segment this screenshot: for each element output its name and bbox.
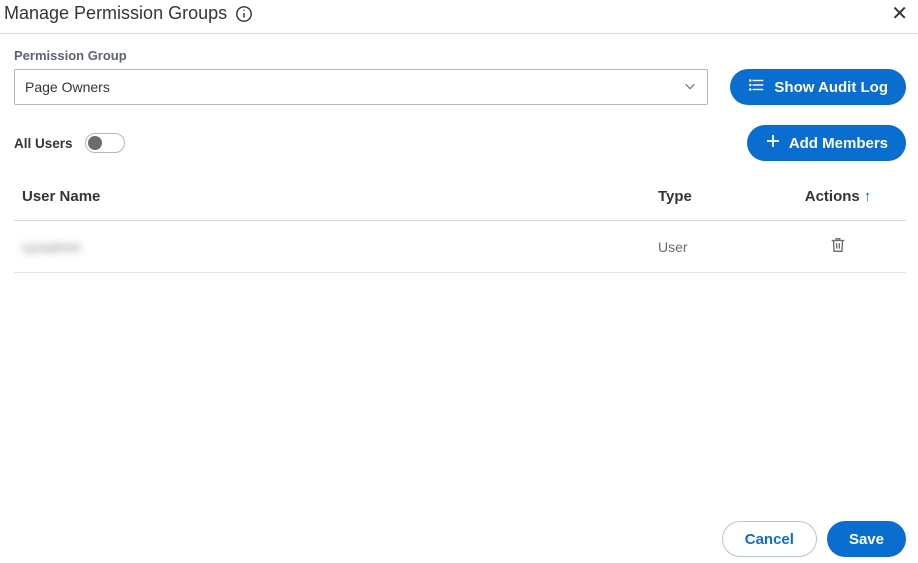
toggle-knob — [88, 136, 102, 150]
user-name-value: sysadmin — [22, 239, 81, 255]
members-controls-row: All Users Add Members — [14, 125, 906, 161]
all-users-label: All Users — [14, 136, 73, 151]
audit-log-icon — [748, 76, 766, 98]
all-users-toggle[interactable] — [85, 133, 125, 153]
permission-group-label: Permission Group — [14, 48, 708, 63]
show-audit-log-button[interactable]: Show Audit Log — [730, 69, 906, 105]
column-header-user-name[interactable]: User Name — [22, 188, 658, 205]
cell-type: User — [658, 239, 778, 255]
dialog-footer: Cancel Save — [0, 521, 918, 563]
add-members-button[interactable]: Add Members — [747, 125, 906, 161]
cell-actions — [778, 236, 898, 257]
info-icon[interactable] — [235, 5, 253, 23]
dialog-header: Manage Permission Groups ✕ — [0, 0, 918, 34]
chevron-down-icon — [683, 79, 697, 96]
column-header-actions-label: Actions — [805, 188, 860, 205]
permission-group-row: Permission Group Page Owners — [14, 48, 906, 105]
column-header-actions[interactable]: Actions↑ — [778, 188, 898, 205]
plus-icon — [765, 133, 781, 153]
dialog-title: Manage Permission Groups — [4, 3, 227, 24]
dialog-body: Permission Group Page Owners — [0, 34, 918, 273]
members-table: User Name Type Actions↑ sysadmin User — [14, 173, 906, 273]
permission-group-field: Permission Group Page Owners — [14, 48, 708, 105]
all-users-toggle-group: All Users — [14, 133, 125, 153]
table-header: User Name Type Actions↑ — [14, 173, 906, 221]
add-members-label: Add Members — [789, 135, 888, 152]
close-icon[interactable]: ✕ — [891, 4, 908, 24]
cell-user-name: sysadmin — [22, 239, 658, 255]
permission-group-select[interactable]: Page Owners — [14, 69, 708, 105]
show-audit-log-label: Show Audit Log — [774, 79, 888, 96]
sort-ascending-icon: ↑ — [864, 188, 872, 205]
delete-icon[interactable] — [829, 236, 847, 254]
table-row: sysadmin User — [14, 221, 906, 273]
permission-group-value: Page Owners — [25, 79, 683, 95]
column-header-type[interactable]: Type — [658, 188, 778, 205]
save-button[interactable]: Save — [827, 521, 906, 557]
cancel-button[interactable]: Cancel — [722, 521, 817, 557]
